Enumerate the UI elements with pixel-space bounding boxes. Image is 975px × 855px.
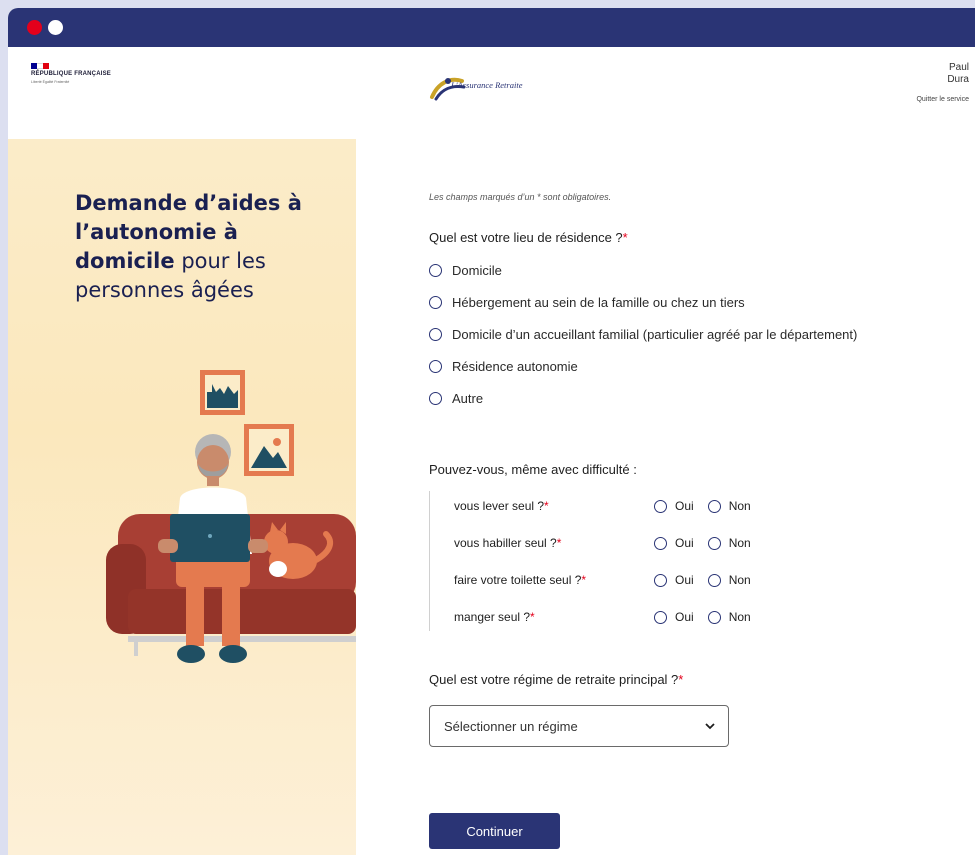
residence-option-autre[interactable]: Autre xyxy=(429,391,483,406)
radio-button[interactable] xyxy=(429,392,442,405)
window-titlebar xyxy=(8,8,975,47)
difficulty-item-text: vous lever seul ? xyxy=(454,499,545,513)
required-asterisk: * xyxy=(581,573,587,587)
residence-option-accueillant[interactable]: Domicile d’un accueillant familial (part… xyxy=(429,327,857,342)
non-label: Non xyxy=(728,610,751,624)
residence-question-text: Quel est votre lieu de résidence ? xyxy=(429,230,623,245)
user-last-name: Dura xyxy=(947,74,969,85)
oui-option[interactable]: Oui xyxy=(654,573,694,587)
required-asterisk: * xyxy=(556,536,562,550)
continue-button[interactable]: Continuer xyxy=(429,813,560,849)
non-label: Non xyxy=(728,499,751,513)
oui-label: Oui xyxy=(675,573,694,587)
difficulty-row-habiller: vous habiller seul ?* Oui Non xyxy=(454,536,765,550)
required-asterisk: * xyxy=(678,672,684,687)
oui-option[interactable]: Oui xyxy=(654,499,694,513)
user-menu: Paul Dura Quitter le service xyxy=(916,62,969,106)
browser-window: RÉPUBLIQUE FRANÇAISE Liberté Égalité Fra… xyxy=(8,8,975,855)
french-flag-icon xyxy=(31,63,49,69)
required-fields-note: Les champs marqués d’un * sont obligatoi… xyxy=(429,192,612,202)
residence-option-famille[interactable]: Hébergement au sein de la famille ou che… xyxy=(429,295,745,310)
regime-question: Quel est votre régime de retraite princi… xyxy=(429,672,683,687)
brand-label: L'Assurance Retraite xyxy=(451,80,523,90)
residence-option-label: Domicile xyxy=(452,263,502,278)
radio-button[interactable] xyxy=(654,573,667,587)
oui-option[interactable]: Oui xyxy=(654,610,694,624)
required-asterisk: * xyxy=(544,499,549,513)
residence-question: Quel est votre lieu de résidence ?* xyxy=(429,230,628,245)
oui-label: Oui xyxy=(675,536,694,550)
quit-service-link[interactable]: Quitter le service xyxy=(916,94,969,106)
difficulty-row-lever: vous lever seul ?* Oui Non xyxy=(454,499,765,513)
page-title: Demande d’aides à l’autonomie à domicile… xyxy=(75,189,335,305)
difficulty-item-text: vous habiller seul ? xyxy=(454,536,557,550)
site-header: RÉPUBLIQUE FRANÇAISE Liberté Égalité Fra… xyxy=(8,47,975,139)
residence-option-residence-autonomie[interactable]: Résidence autonomie xyxy=(429,359,578,374)
non-option[interactable]: Non xyxy=(707,536,751,550)
radio-button[interactable] xyxy=(707,499,721,513)
radio-button[interactable] xyxy=(654,610,667,624)
non-option[interactable]: Non xyxy=(707,610,751,624)
oui-option[interactable]: Oui xyxy=(654,536,694,550)
oui-label: Oui xyxy=(675,499,694,513)
required-asterisk: * xyxy=(530,610,535,624)
oui-label: Oui xyxy=(675,610,694,624)
motto-label: Liberté Égalité Fraternité xyxy=(31,80,70,84)
minimize-window-icon[interactable] xyxy=(48,20,63,35)
assurance-retraite-logo[interactable]: L'Assurance Retraite xyxy=(428,69,548,113)
difficulty-item: vous lever seul ?* xyxy=(454,499,654,513)
difficulty-group: vous lever seul ?* Oui Non vous habiller… xyxy=(429,491,789,631)
republique-francaise-logo[interactable]: RÉPUBLIQUE FRANÇAISE Liberté Égalité Fra… xyxy=(31,63,121,85)
regime-select[interactable]: Sélectionner un régime xyxy=(429,705,729,747)
radio-button[interactable] xyxy=(654,536,667,550)
difficulty-item-text: manger seul ? xyxy=(454,610,531,624)
residence-option-label: Résidence autonomie xyxy=(452,359,578,374)
form-panel: Les champs marqués d’un * sont obligatoi… xyxy=(356,139,975,855)
difficulty-item: faire votre toilette seul ?* xyxy=(454,573,654,587)
radio-button[interactable] xyxy=(429,264,442,277)
difficulty-item: vous habiller seul ?* xyxy=(454,536,654,550)
radio-button[interactable] xyxy=(707,610,721,624)
radio-button[interactable] xyxy=(654,499,667,513)
radio-button[interactable] xyxy=(429,360,442,373)
close-window-icon[interactable] xyxy=(27,20,42,35)
difficulty-item-text: faire votre toilette seul ? xyxy=(454,573,582,587)
radio-button[interactable] xyxy=(429,296,442,309)
regime-question-text: Quel est votre régime de retraite princi… xyxy=(429,672,679,687)
difficulty-row-toilette: faire votre toilette seul ?* Oui Non xyxy=(454,573,765,587)
user-first-name: Paul xyxy=(948,62,969,73)
difficulty-item: manger seul ?* xyxy=(454,610,654,624)
difficulty-row-manger: manger seul ?* Oui Non xyxy=(454,610,765,624)
non-option[interactable]: Non xyxy=(707,573,751,587)
non-label: Non xyxy=(728,573,751,587)
residence-option-domicile[interactable]: Domicile xyxy=(429,263,502,278)
residence-option-label: Hébergement au sein de la famille ou che… xyxy=(452,295,745,310)
republique-label: RÉPUBLIQUE FRANÇAISE xyxy=(31,71,112,77)
required-asterisk: * xyxy=(622,230,628,245)
non-label: Non xyxy=(728,536,751,550)
left-panel: Demande d’aides à l’autonomie à domicile… xyxy=(8,139,356,855)
residence-option-label: Autre xyxy=(452,391,484,406)
radio-button[interactable] xyxy=(429,328,442,341)
non-option[interactable]: Non xyxy=(707,499,751,513)
chevron-down-icon xyxy=(705,723,715,730)
radio-button[interactable] xyxy=(707,536,721,550)
regime-select-value: Sélectionner un régime xyxy=(444,718,578,734)
elderly-person-sofa-illustration xyxy=(106,370,356,663)
radio-button[interactable] xyxy=(707,573,721,587)
difficulty-question: Pouvez-vous, même avec difficulté : xyxy=(429,462,637,477)
residence-option-label: Domicile d’un accueillant familial (part… xyxy=(452,327,858,342)
